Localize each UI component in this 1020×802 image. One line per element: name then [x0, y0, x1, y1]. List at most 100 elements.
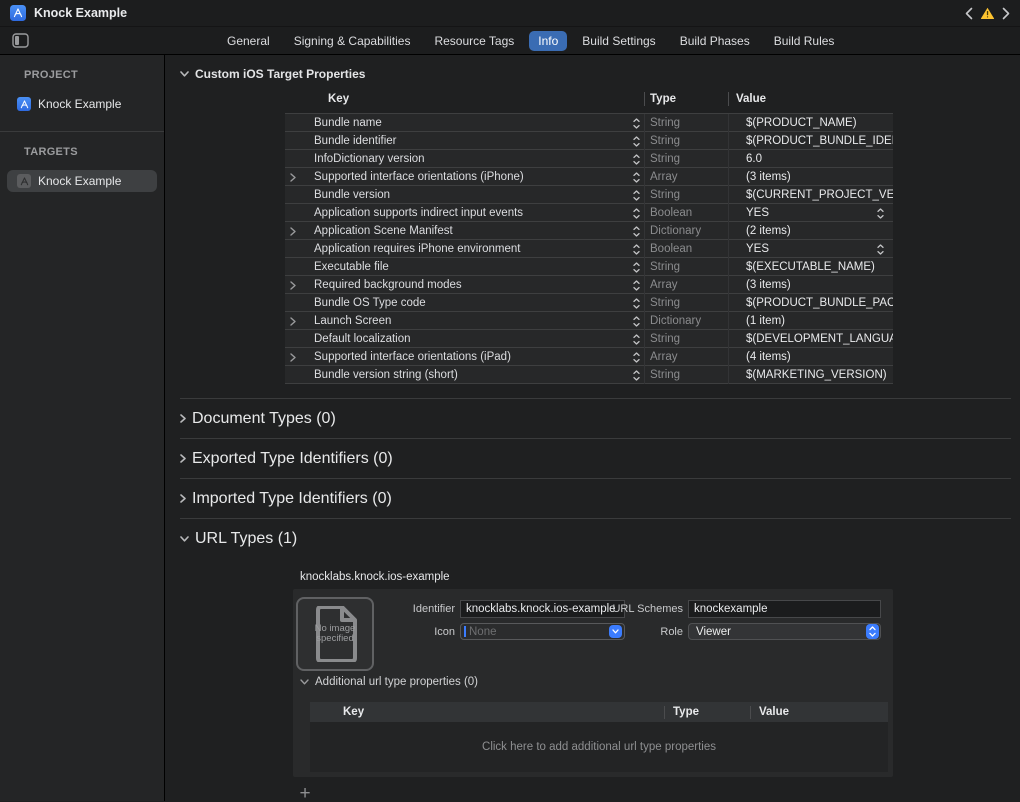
sidebar-item-label: Knock Example: [38, 174, 121, 188]
additional-url-type-properties-header[interactable]: Additional url type properties (0): [300, 676, 478, 688]
additional-properties-table: Key Type Value Click here to add additio…: [310, 702, 888, 772]
key-stepper-icon[interactable]: [628, 136, 644, 147]
table-row[interactable]: Bundle OS Type code String $(PRODUCT_BUN…: [285, 293, 893, 311]
tab-item[interactable]: General: [218, 31, 279, 51]
warning-badge-icon[interactable]: [980, 7, 995, 20]
property-key: Bundle name: [301, 117, 628, 129]
disclosure-chevron-icon[interactable]: [285, 353, 301, 362]
property-value[interactable]: $(DEVELOPMENT_LANGUAGI: [728, 330, 893, 348]
navigate-forward-icon[interactable]: [1002, 7, 1010, 20]
key-stepper-icon[interactable]: [628, 190, 644, 201]
section-imported-type-identifiers[interactable]: Imported Type Identifiers (0): [180, 479, 1011, 518]
key-stepper-icon[interactable]: [628, 370, 644, 381]
property-value-text: (3 items): [746, 168, 791, 186]
property-value[interactable]: $(CURRENT_PROJECT_VERS: [728, 186, 893, 204]
section-title: URL Types (1): [195, 530, 297, 548]
column-header-type[interactable]: Type: [644, 92, 728, 106]
tab-item[interactable]: Build Rules: [765, 31, 844, 51]
tab-item[interactable]: Signing & Capabilities: [285, 31, 420, 51]
tab-item[interactable]: Resource Tags: [425, 31, 523, 51]
property-value[interactable]: YES: [728, 240, 893, 258]
chevron-down-icon: [180, 71, 189, 77]
navigate-back-icon[interactable]: [965, 7, 973, 20]
property-value-text: 6.0: [746, 150, 762, 168]
url-type-panel: No image specified Identifier knocklabs.…: [293, 589, 893, 777]
value-stepper-icon[interactable]: [877, 244, 884, 255]
section-custom-ios-target-properties[interactable]: Custom iOS Target Properties: [180, 66, 1011, 82]
chevron-right-icon: [180, 414, 186, 423]
table-row[interactable]: Bundle version String $(CURRENT_PROJECT_…: [285, 185, 893, 203]
property-value[interactable]: (1 item): [728, 312, 893, 330]
property-value[interactable]: $(EXECUTABLE_NAME): [728, 258, 893, 276]
url-type-name: knocklabs.knock.ios-example: [300, 571, 1011, 583]
table-row[interactable]: Supported interface orientations (iPad) …: [285, 347, 893, 365]
property-value[interactable]: (3 items): [728, 168, 893, 186]
sidebar-toggle-icon[interactable]: [12, 33, 29, 48]
table-row[interactable]: InfoDictionary version String 6.0: [285, 149, 893, 167]
section-title: Custom iOS Target Properties: [195, 67, 365, 81]
property-value[interactable]: $(PRODUCT_NAME): [728, 114, 893, 132]
table-row[interactable]: Bundle identifier String $(PRODUCT_BUNDL…: [285, 131, 893, 149]
section-document-types[interactable]: Document Types (0): [180, 399, 1011, 438]
additional-table-header: Key Type Value: [310, 702, 888, 722]
role-popup-button[interactable]: Viewer: [688, 623, 881, 640]
property-value[interactable]: (4 items): [728, 348, 893, 366]
disclosure-chevron-icon[interactable]: [285, 227, 301, 236]
table-row[interactable]: Required background modes Array (3 items…: [285, 275, 893, 293]
tab-item[interactable]: Info: [529, 31, 567, 51]
key-stepper-icon[interactable]: [628, 154, 644, 165]
key-stepper-icon[interactable]: [628, 172, 644, 183]
sidebar-item-target[interactable]: Knock Example: [7, 170, 157, 192]
property-value-text: $(PRODUCT_NAME): [746, 114, 857, 132]
property-value[interactable]: 6.0: [728, 150, 893, 168]
disclosure-chevron-icon[interactable]: [285, 317, 301, 326]
property-value[interactable]: $(PRODUCT_BUNDLE_IDENT: [728, 132, 893, 150]
key-stepper-icon[interactable]: [628, 334, 644, 345]
column-header-value[interactable]: Value: [728, 92, 893, 106]
key-stepper-icon[interactable]: [628, 244, 644, 255]
column-header-key[interactable]: Key: [310, 706, 664, 718]
key-stepper-icon[interactable]: [628, 316, 644, 327]
section-exported-type-identifiers[interactable]: Exported Type Identifiers (0): [180, 439, 1011, 478]
key-stepper-icon[interactable]: [628, 226, 644, 237]
property-value[interactable]: (2 items): [728, 222, 893, 240]
key-stepper-icon[interactable]: [628, 298, 644, 309]
value-stepper-icon[interactable]: [877, 208, 884, 219]
key-stepper-icon[interactable]: [628, 118, 644, 129]
key-stepper-icon[interactable]: [628, 262, 644, 273]
property-value[interactable]: $(PRODUCT_BUNDLE_PACKA: [728, 294, 893, 312]
table-row[interactable]: Application Scene Manifest Dictionary (2…: [285, 221, 893, 239]
property-value[interactable]: $(MARKETING_VERSION): [728, 366, 893, 384]
sidebar-item-project[interactable]: Knock Example: [7, 93, 157, 115]
add-url-type-button[interactable]: +: [296, 786, 314, 801]
property-type: String: [644, 132, 728, 150]
table-row[interactable]: Supported interface orientations (iPhone…: [285, 167, 893, 185]
section-url-types[interactable]: URL Types (1): [180, 519, 1011, 558]
column-header-type[interactable]: Type: [664, 706, 750, 719]
table-row[interactable]: Bundle name String $(PRODUCT_NAME): [285, 113, 893, 131]
key-stepper-icon[interactable]: [628, 352, 644, 363]
key-stepper-icon[interactable]: [628, 280, 644, 291]
property-type: String: [644, 330, 728, 348]
key-stepper-icon[interactable]: [628, 208, 644, 219]
target-tabs: General Signing & CapabilitiesResource Ta…: [218, 27, 843, 55]
text-caret: [464, 626, 466, 637]
table-row[interactable]: Bundle version string (short) String $(M…: [285, 365, 893, 383]
table-row[interactable]: Application supports indirect input even…: [285, 203, 893, 221]
tab-item[interactable]: Build Settings: [573, 31, 664, 51]
tab-item[interactable]: Build Phases: [671, 31, 759, 51]
additional-table-empty-message[interactable]: Click here to add additional url type pr…: [310, 722, 888, 772]
column-header-value[interactable]: Value: [750, 706, 888, 719]
disclosure-chevron-icon[interactable]: [285, 173, 301, 182]
property-value[interactable]: YES: [728, 204, 893, 222]
column-header-key[interactable]: Key: [301, 93, 628, 105]
table-row[interactable]: Application requires iPhone environment …: [285, 239, 893, 257]
table-row[interactable]: Default localization String $(DEVELOPMEN…: [285, 329, 893, 347]
chevron-down-icon: [300, 679, 309, 685]
url-schemes-field[interactable]: knockexample: [688, 600, 881, 618]
disclosure-chevron-icon[interactable]: [285, 281, 301, 290]
table-row[interactable]: Executable file String $(EXECUTABLE_NAME…: [285, 257, 893, 275]
table-row[interactable]: Launch Screen Dictionary (1 item): [285, 311, 893, 329]
property-value[interactable]: (3 items): [728, 276, 893, 294]
property-type: String: [644, 294, 728, 312]
